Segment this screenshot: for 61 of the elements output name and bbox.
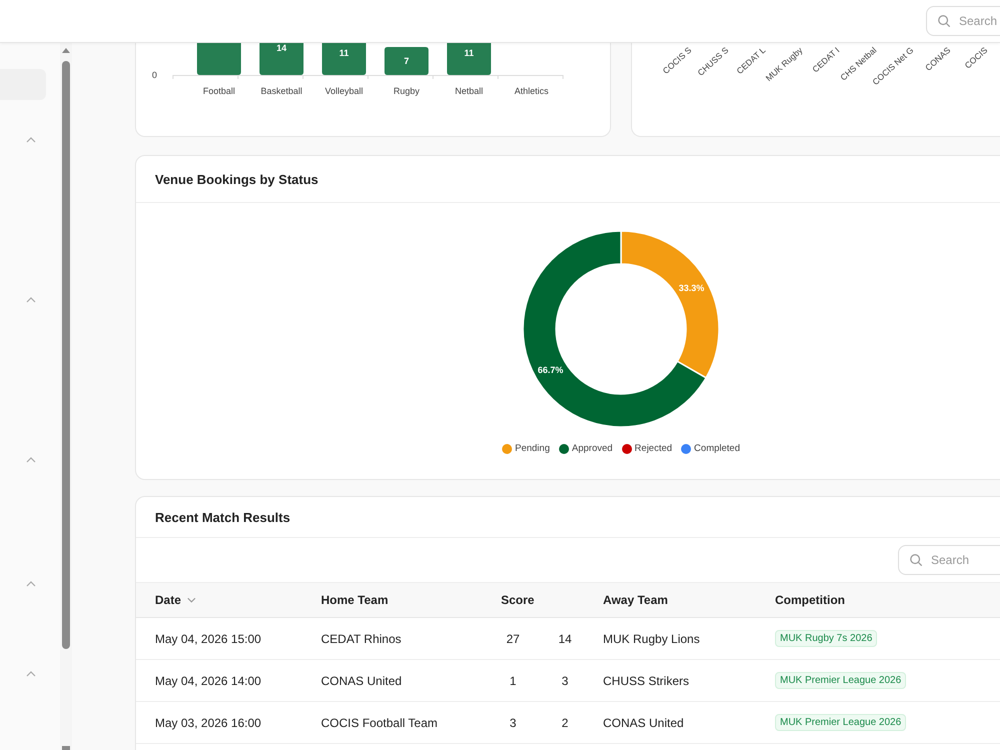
axis-label: Rugby xyxy=(394,86,420,96)
competition-tag: MUK Premier League 2026 xyxy=(775,714,906,731)
column-header[interactable]: Score xyxy=(501,593,534,607)
slice-label: 66.7% xyxy=(538,364,564,375)
bar-value: 11 xyxy=(464,48,474,58)
column-header[interactable]: Date xyxy=(155,593,182,607)
card-title: Recent Match Results xyxy=(155,510,290,524)
column-header[interactable]: Away Team xyxy=(603,593,668,607)
table-cell: May 04, 2026 14:00 xyxy=(155,674,262,688)
table-cell: MUK Rugby Lions xyxy=(603,632,700,646)
table-cell: CEDAT Rhinos xyxy=(321,632,402,646)
bar xyxy=(197,43,241,75)
chevron-icon[interactable] xyxy=(26,297,36,303)
column-header[interactable]: Home Team xyxy=(321,593,388,607)
table-cell-text: 3 xyxy=(508,716,518,730)
legend-label: Pending xyxy=(515,443,550,454)
bar xyxy=(384,47,428,75)
sort-icon[interactable] xyxy=(187,597,196,603)
table-cell: CHUSS Strikers xyxy=(603,674,690,688)
chevron-icon[interactable] xyxy=(26,671,36,677)
table-cell-text: 1 xyxy=(508,674,518,688)
competition-tag: MUK Rugby 7s 2026 xyxy=(775,630,878,647)
table-cell-text: 3 xyxy=(560,674,570,688)
axis-tick: 0 xyxy=(152,70,158,80)
search-icon xyxy=(937,14,951,28)
column-header[interactable]: Competition xyxy=(775,593,845,607)
legend-label: Rejected xyxy=(634,443,672,454)
legend-dot xyxy=(558,444,569,454)
competition-tag: MUK Premier League 2026 xyxy=(775,672,906,689)
chevron-icon[interactable] xyxy=(26,581,36,587)
axis-label: Basketball xyxy=(260,86,302,96)
legend-label: Approved xyxy=(572,443,613,454)
card-title: Venue Bookings by Status xyxy=(155,172,318,186)
bar xyxy=(322,43,366,75)
legend-dot xyxy=(622,444,632,454)
legend-label: Completed xyxy=(694,443,740,454)
table-cell-text: 27 xyxy=(505,632,521,646)
axis-label: Volleyball xyxy=(324,86,364,96)
axis-label: Netball xyxy=(455,86,483,96)
bar-value: 7 xyxy=(404,56,409,66)
chevron-icon[interactable] xyxy=(26,137,36,143)
table-cell: May 03, 2026 16:00 xyxy=(155,716,262,730)
bar-value: 11 xyxy=(339,48,349,58)
table-cell: CONAS United xyxy=(603,716,684,730)
legend-dot xyxy=(681,444,692,454)
table-cell-text: 2 xyxy=(560,716,570,730)
bar-value: 14 xyxy=(276,43,286,53)
table-cell-text: 14 xyxy=(557,632,573,646)
table-cell: May 04, 2026 15:00 xyxy=(155,632,262,646)
table-cell: CONAS United xyxy=(321,674,402,688)
slice-label: 33.3% xyxy=(678,283,704,294)
table-cell: COCIS Football Team xyxy=(321,716,438,730)
bar xyxy=(447,43,491,75)
bar xyxy=(260,43,304,75)
search-field[interactable]: Search xyxy=(926,6,1000,36)
axis-label: Football xyxy=(202,86,236,96)
legend-dot xyxy=(502,444,512,454)
search-field[interactable]: Search xyxy=(898,545,1000,575)
search-icon xyxy=(909,553,923,567)
axis-label: Athletics xyxy=(514,86,548,96)
chevron-icon[interactable] xyxy=(26,457,36,463)
